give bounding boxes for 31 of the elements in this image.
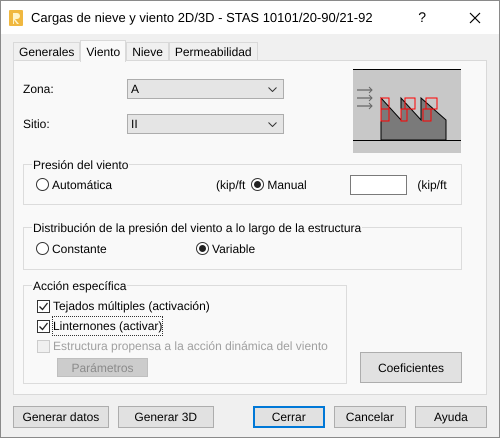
tab[interactable]: Nieve xyxy=(126,42,169,61)
dropdown[interactable]: II xyxy=(127,114,284,134)
dialog-button[interactable]: Ayuda xyxy=(414,406,487,428)
tab[interactable]: Generales xyxy=(13,42,80,61)
field-label: Zona: xyxy=(23,81,55,98)
close-icon[interactable] xyxy=(469,12,481,24)
tab[interactable]: Permeabilidad xyxy=(168,42,258,61)
dialog-button[interactable]: Cerrar xyxy=(252,406,325,428)
checkmark-icon xyxy=(38,320,49,332)
radio-button[interactable]: Constante xyxy=(36,240,196,258)
radio-button[interactable]: Manual xyxy=(251,176,350,194)
chevron-down-icon xyxy=(268,122,277,126)
unit-label: (kip/ft xyxy=(216,176,246,194)
checkbox[interactable]: Linternones (activar) xyxy=(37,318,346,334)
radio-button[interactable]: Variable xyxy=(196,240,256,258)
dialog-button[interactable]: Cancelar xyxy=(334,406,406,428)
coeficientes-button[interactable]: Coeficientes xyxy=(360,352,462,383)
radio-button[interactable]: Automática xyxy=(36,176,216,194)
chevron-down-icon xyxy=(268,86,277,92)
dialog-button[interactable]: Generar datos xyxy=(13,406,109,428)
field-label: Sitio: xyxy=(23,116,51,133)
unit-label: (kip/ft xyxy=(417,176,447,194)
input-field[interactable] xyxy=(350,174,408,194)
dropdown[interactable]: A xyxy=(127,79,284,99)
checkbox[interactable]: Tejados múltiples (activación) xyxy=(37,298,346,314)
dialog-button[interactable]: Generar 3D xyxy=(118,406,214,428)
checkmark-icon xyxy=(38,300,49,312)
tab[interactable]: Viento xyxy=(80,40,126,62)
help-button[interactable]: ? xyxy=(418,7,426,28)
window-title: Cargas de nieve y viento 2D/3D - STAS 10101/20-90/21-92 xyxy=(31,8,373,27)
app-logo-icon xyxy=(9,10,23,26)
